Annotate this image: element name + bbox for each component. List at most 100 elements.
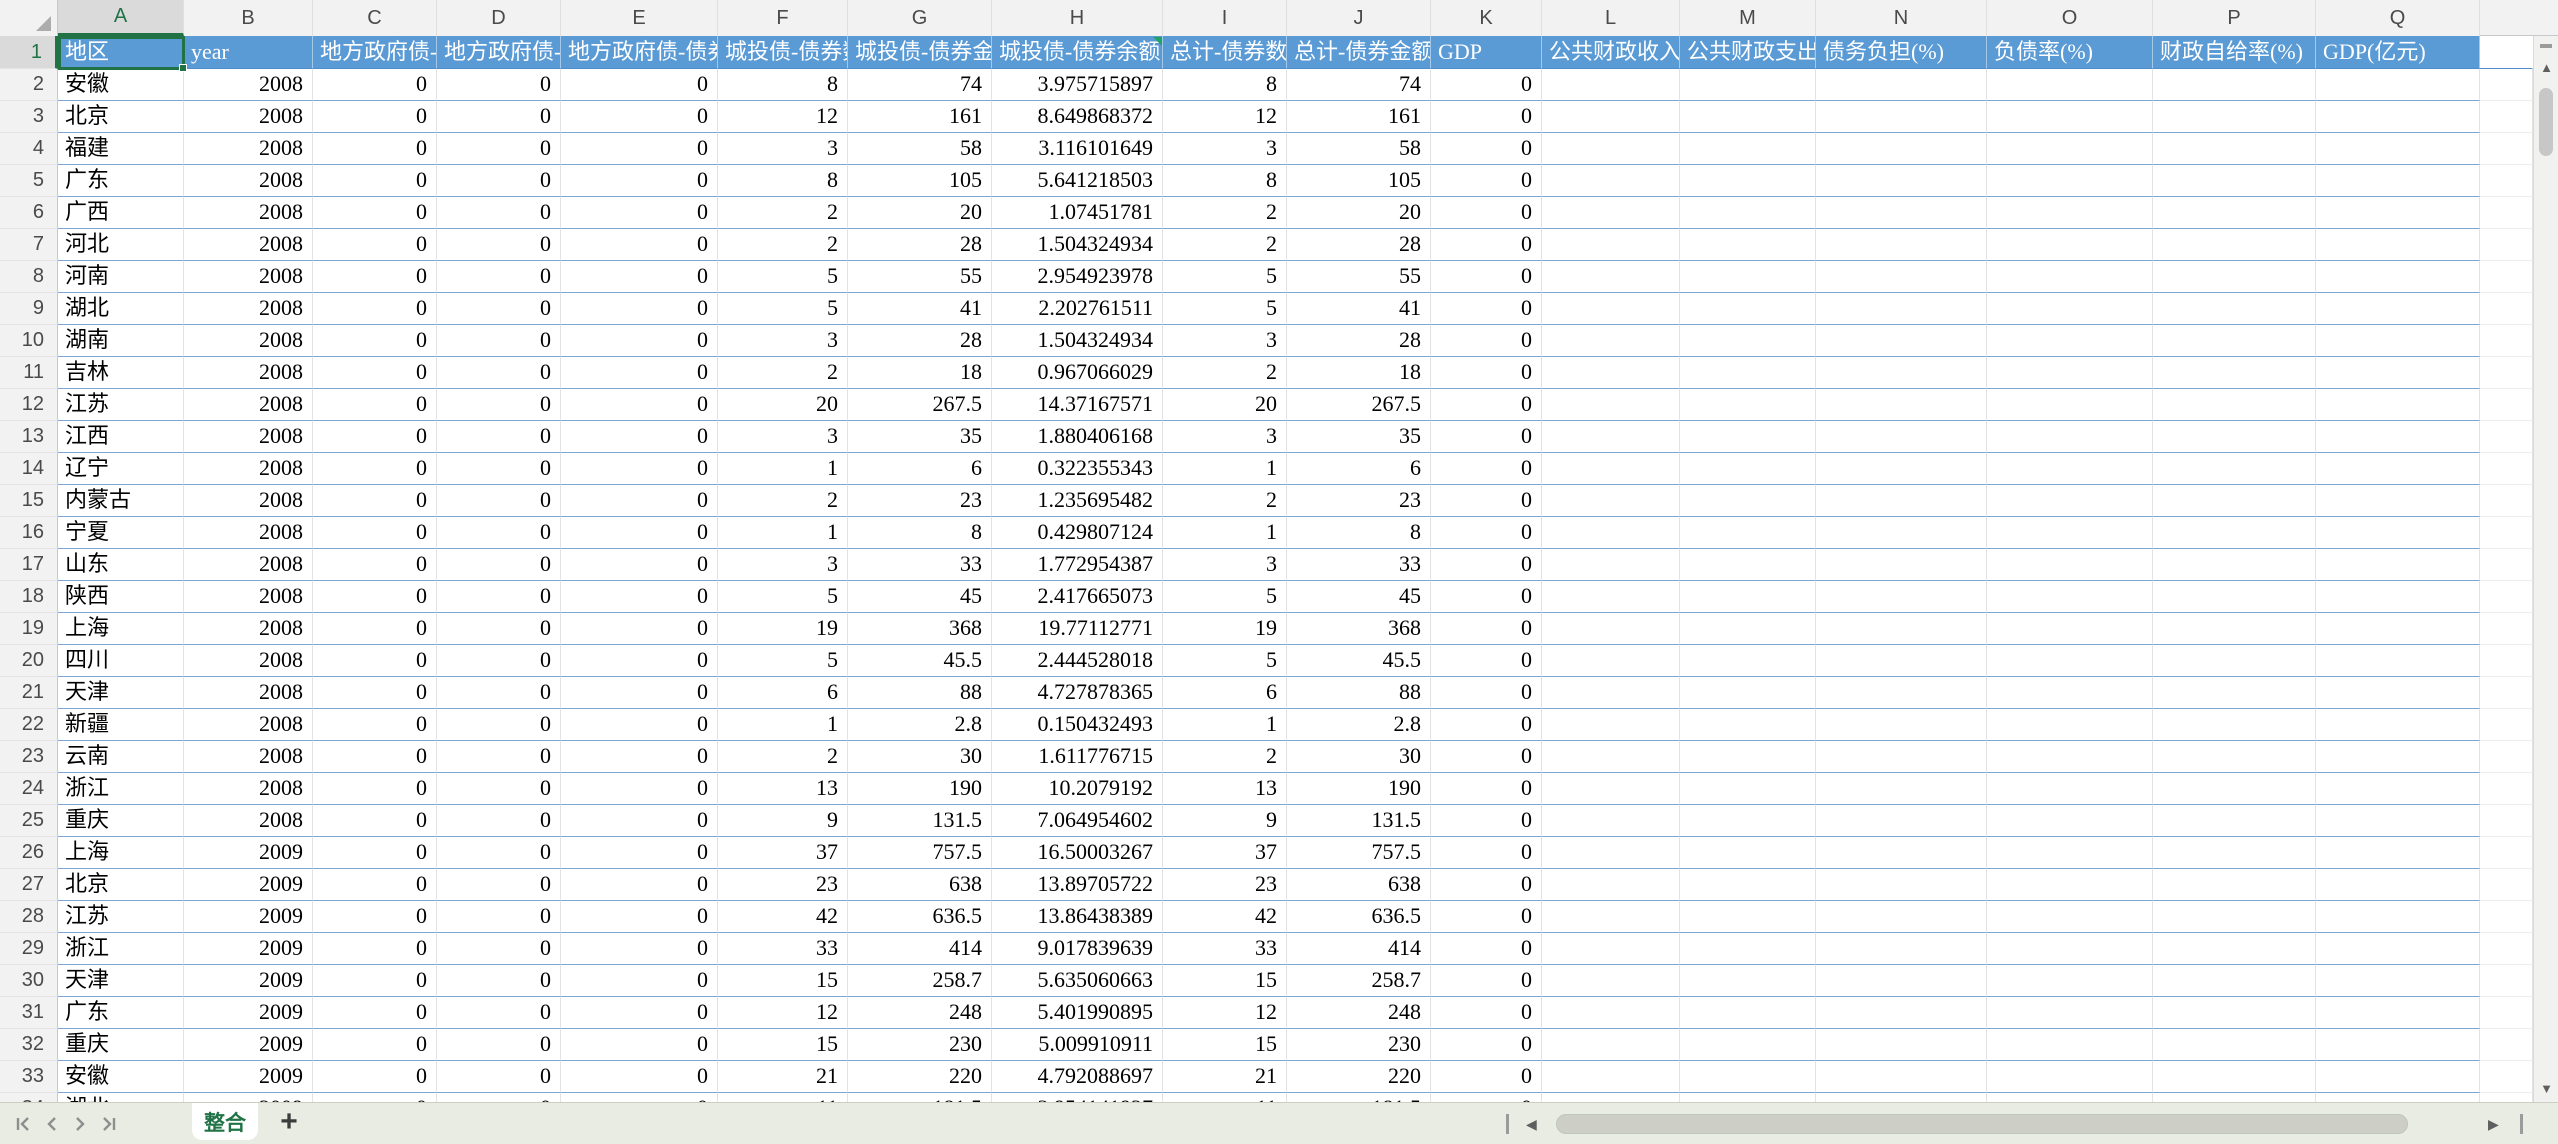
cell-F28[interactable]: 42 [718,901,848,933]
cell-D10[interactable]: 0 [437,325,561,357]
cell-J13[interactable]: 35 [1287,421,1431,453]
cell-D15[interactable]: 0 [437,485,561,517]
cell-E1[interactable]: 地方政府债-债券余额 [561,36,718,69]
cell-A10[interactable]: 湖南 [58,325,184,357]
cell-D5[interactable]: 0 [437,165,561,197]
cell-Q15[interactable] [2316,485,2480,517]
cell-beyond-table[interactable] [2480,293,2533,325]
cell-G3[interactable]: 161 [848,101,992,133]
cell-H7[interactable]: 1.504324934 [992,229,1163,261]
cell-B19[interactable]: 2008 [184,613,313,645]
cell-P34[interactable] [2153,1093,2316,1102]
cell-N7[interactable] [1816,229,1987,261]
cell-K18[interactable]: 0 [1431,581,1542,613]
cell-J11[interactable]: 18 [1287,357,1431,389]
cell-H30[interactable]: 5.635060663 [992,965,1163,997]
cell-D8[interactable]: 0 [437,261,561,293]
cell-L29[interactable] [1542,933,1680,965]
scroll-down-icon[interactable]: ▼ [2534,1081,2558,1096]
cell-P14[interactable] [2153,453,2316,485]
cell-D17[interactable]: 0 [437,549,561,581]
cell-H26[interactable]: 16.50003267 [992,837,1163,869]
cell-I30[interactable]: 15 [1163,965,1287,997]
cell-H33[interactable]: 4.792088697 [992,1061,1163,1093]
cell-B29[interactable]: 2009 [184,933,313,965]
row-number-20[interactable]: 20 [0,645,58,677]
cell-J19[interactable]: 368 [1287,613,1431,645]
cell-K2[interactable]: 0 [1431,69,1542,101]
cell-H10[interactable]: 1.504324934 [992,325,1163,357]
cell-O2[interactable] [1987,69,2153,101]
cell-K23[interactable]: 0 [1431,741,1542,773]
cell-M5[interactable] [1680,165,1816,197]
cell-G6[interactable]: 20 [848,197,992,229]
cell-O19[interactable] [1987,613,2153,645]
cell-I31[interactable]: 12 [1163,997,1287,1029]
cell-G24[interactable]: 190 [848,773,992,805]
cell-N28[interactable] [1816,901,1987,933]
cell-D20[interactable]: 0 [437,645,561,677]
cell-P26[interactable] [2153,837,2316,869]
cell-C25[interactable]: 0 [313,805,437,837]
cell-H14[interactable]: 0.322355343 [992,453,1163,485]
row-number-1[interactable]: 1 [0,36,58,69]
cell-D27[interactable]: 0 [437,869,561,901]
cell-I13[interactable]: 3 [1163,421,1287,453]
cell-beyond-table[interactable] [2480,133,2533,165]
cell-Q7[interactable] [2316,229,2480,261]
cell-I7[interactable]: 2 [1163,229,1287,261]
cell-I17[interactable]: 3 [1163,549,1287,581]
cell-Q2[interactable] [2316,69,2480,101]
cell-G15[interactable]: 23 [848,485,992,517]
cell-beyond-table[interactable] [2480,645,2533,677]
cell-H1[interactable]: 城投债-债券余额 [992,36,1163,69]
cell-M29[interactable] [1680,933,1816,965]
cell-beyond-table[interactable] [2480,901,2533,933]
cell-K11[interactable]: 0 [1431,357,1542,389]
cell-B13[interactable]: 2008 [184,421,313,453]
cell-B14[interactable]: 2008 [184,453,313,485]
cell-B27[interactable]: 2009 [184,869,313,901]
cell-N24[interactable] [1816,773,1987,805]
cell-K28[interactable]: 0 [1431,901,1542,933]
column-header-H[interactable]: H [992,0,1163,36]
cell-D18[interactable]: 0 [437,581,561,613]
cell-O26[interactable] [1987,837,2153,869]
cell-E34[interactable]: 0 [561,1093,718,1102]
cell-K34[interactable]: 0 [1431,1093,1542,1102]
cell-O20[interactable] [1987,645,2153,677]
cell-G31[interactable]: 248 [848,997,992,1029]
horizontal-scrollbar-thumb[interactable] [1556,1114,2408,1134]
cell-F11[interactable]: 2 [718,357,848,389]
cell-C3[interactable]: 0 [313,101,437,133]
cell-F31[interactable]: 12 [718,997,848,1029]
cell-H11[interactable]: 0.967066029 [992,357,1163,389]
cell-K32[interactable]: 0 [1431,1029,1542,1061]
cell-K22[interactable]: 0 [1431,709,1542,741]
cell-O33[interactable] [1987,1061,2153,1093]
cell-F30[interactable]: 15 [718,965,848,997]
cell-I5[interactable]: 8 [1163,165,1287,197]
cell-N11[interactable] [1816,357,1987,389]
cell-F25[interactable]: 9 [718,805,848,837]
row-number-21[interactable]: 21 [0,677,58,709]
cell-B4[interactable]: 2008 [184,133,313,165]
cell-F6[interactable]: 2 [718,197,848,229]
cell-J17[interactable]: 33 [1287,549,1431,581]
cell-G30[interactable]: 258.7 [848,965,992,997]
cell-L27[interactable] [1542,869,1680,901]
cell-M9[interactable] [1680,293,1816,325]
cell-M19[interactable] [1680,613,1816,645]
cell-F18[interactable]: 5 [718,581,848,613]
cell-P21[interactable] [2153,677,2316,709]
cell-Q20[interactable] [2316,645,2480,677]
cell-O1[interactable]: 负债率(%) [1987,36,2153,69]
cell-G14[interactable]: 6 [848,453,992,485]
cell-C21[interactable]: 0 [313,677,437,709]
cell-K10[interactable]: 0 [1431,325,1542,357]
cell-F20[interactable]: 5 [718,645,848,677]
cell-G1[interactable]: 城投债-债券金额 [848,36,992,69]
cell-M3[interactable] [1680,101,1816,133]
row-number-7[interactable]: 7 [0,229,58,261]
cell-E6[interactable]: 0 [561,197,718,229]
